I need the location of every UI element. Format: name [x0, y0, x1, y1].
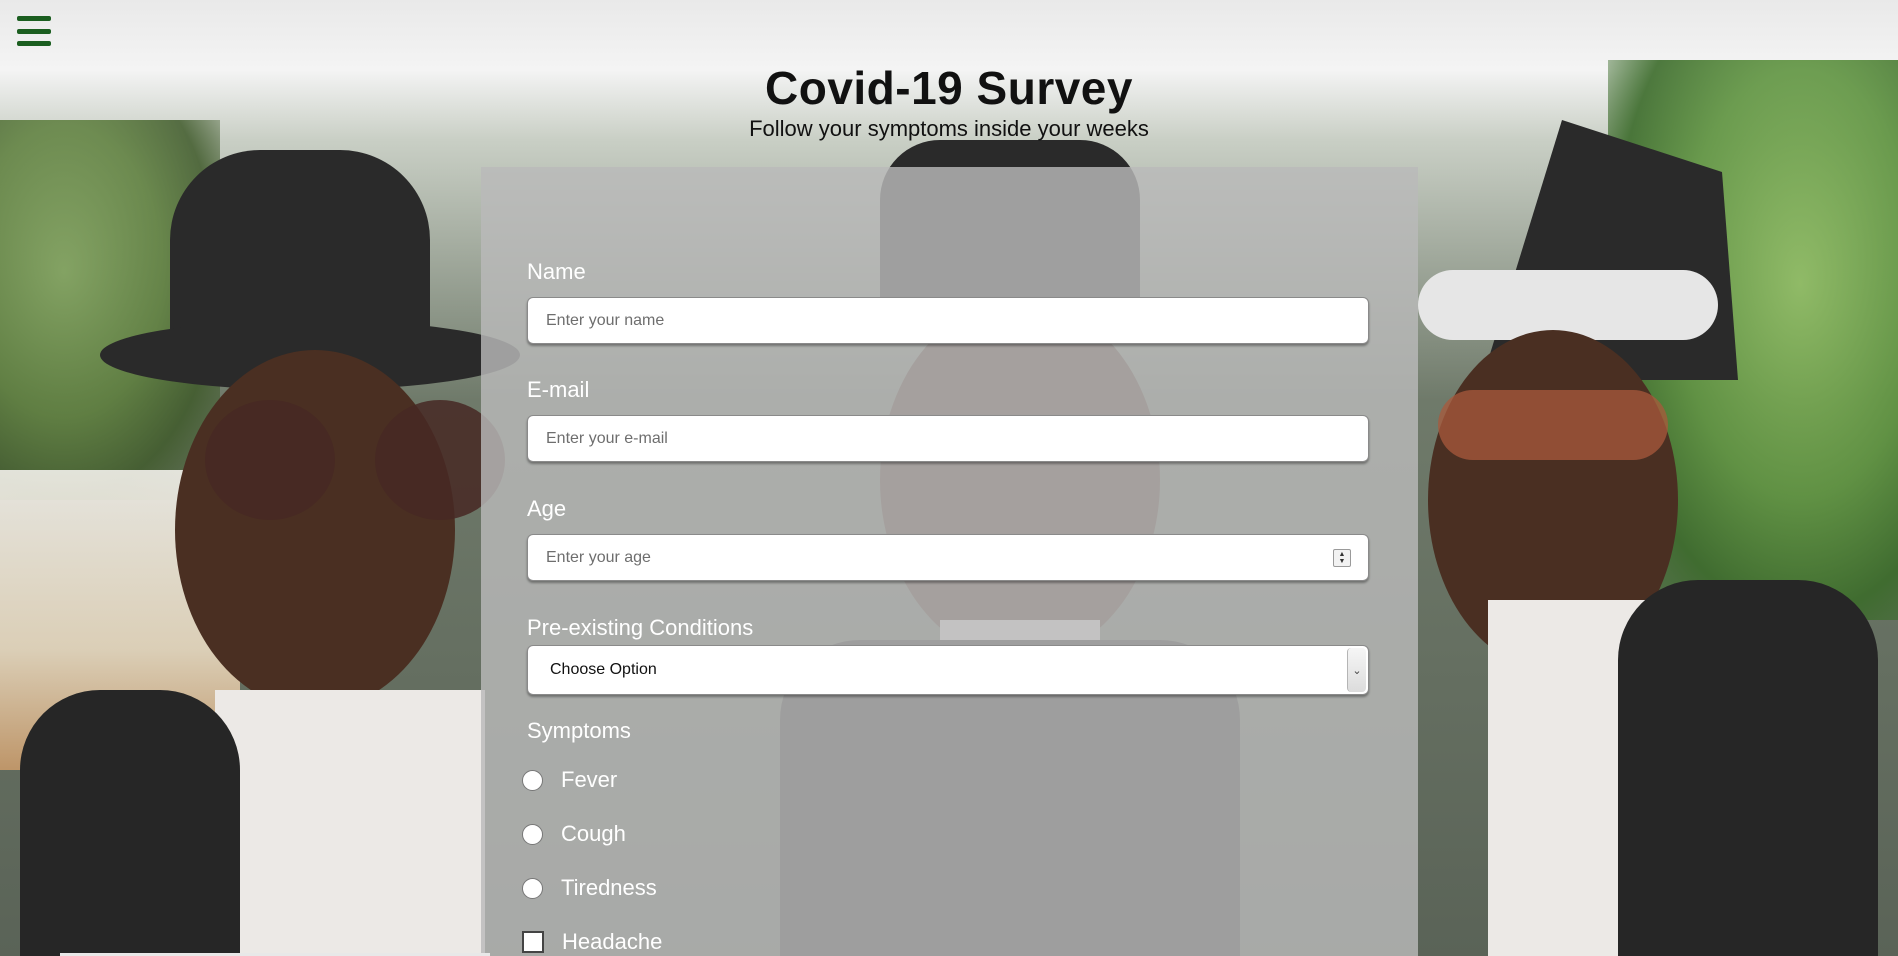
background-person-right — [1418, 0, 1898, 956]
symptom-option-cough[interactable]: Cough — [522, 819, 626, 849]
menu-bar — [17, 41, 51, 46]
menu-bar — [17, 28, 51, 34]
hamburger-menu-icon[interactable] — [17, 16, 51, 46]
email-input[interactable] — [527, 415, 1369, 462]
page-subtitle: Follow your symptoms inside your weeks — [749, 116, 1149, 141]
cough-radio[interactable] — [522, 823, 543, 845]
symptom-label: Headache — [562, 929, 663, 954]
conditions-select[interactable]: Choose Option ⌄ — [527, 645, 1369, 695]
chevron-down-icon[interactable]: ⌄ — [1347, 648, 1366, 692]
menu-bar — [17, 16, 51, 21]
survey-form: Name E-mail Age ▲ ▼ Pre-existing Conditi… — [481, 167, 1418, 956]
symptom-option-headache[interactable]: Headache — [522, 927, 662, 956]
symptom-label: Cough — [561, 821, 626, 846]
symptom-option-tiredness[interactable]: Tiredness — [522, 873, 657, 903]
conditions-selected-value: Choose Option — [550, 661, 657, 678]
symptoms-label: Symptoms — [527, 718, 631, 743]
age-stepper[interactable]: ▲ ▼ — [1333, 549, 1351, 567]
stepper-up-icon: ▲ — [1338, 551, 1346, 558]
age-label: Age — [527, 496, 567, 521]
headache-checkbox[interactable] — [522, 931, 544, 953]
background-person-left — [0, 0, 560, 956]
symptom-label: Fever — [561, 767, 618, 792]
stepper-down-icon: ▼ — [1338, 558, 1346, 565]
email-label: E-mail — [527, 377, 590, 402]
tiredness-radio[interactable] — [522, 877, 543, 899]
name-input[interactable] — [527, 297, 1369, 344]
name-label: Name — [527, 259, 586, 284]
page-title: Covid-19 Survey — [765, 61, 1133, 114]
conditions-label: Pre-existing Conditions — [527, 615, 754, 640]
symptom-option-fever[interactable]: Fever — [522, 765, 617, 795]
survey-page: Covid-19 Survey Follow your symptoms ins… — [0, 0, 1898, 956]
age-input[interactable] — [527, 534, 1369, 581]
fever-radio[interactable] — [522, 769, 543, 791]
age-field: ▲ ▼ — [527, 534, 1369, 581]
symptom-label: Tiredness — [561, 875, 657, 900]
